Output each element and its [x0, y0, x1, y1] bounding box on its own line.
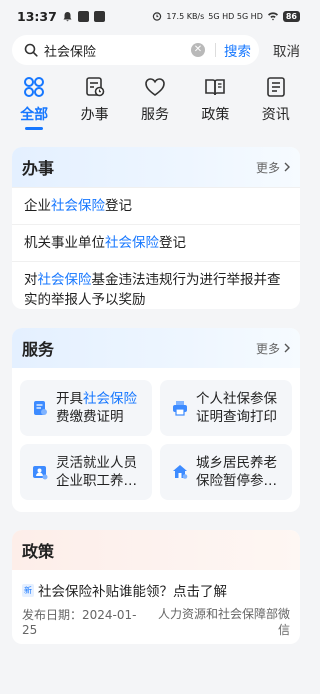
affairs-card-header: 办事 更多: [12, 147, 300, 187]
tab-label: 服务: [140, 107, 169, 123]
app-notification-icon: [93, 10, 105, 22]
service-item[interactable]: 个人社保参保 证明查询打印: [160, 380, 292, 436]
chevron-right-icon: [284, 162, 290, 172]
services-card-header: 服务 更多: [12, 328, 300, 368]
service-text: 费缴费证明: [56, 409, 124, 425]
battery-level: 86: [282, 10, 300, 22]
service-highlight: 社会保险: [83, 391, 137, 407]
active-tab-indicator: [25, 127, 44, 130]
item-highlight: 社会保险: [51, 198, 105, 214]
affairs-title: 办事: [22, 159, 55, 178]
news-title: 社会保险补贴谁能领？点击了解: [38, 584, 227, 600]
service-item[interactable]: 开具社会保险费缴费证明: [20, 380, 152, 436]
affairs-item[interactable]: 企业社会保险登记: [12, 187, 300, 224]
service-text: 开具: [56, 391, 83, 407]
tab-all[interactable]: 全部: [8, 76, 60, 136]
news-title-row: 新 社会保险补贴谁能领？点击了解: [22, 580, 290, 600]
new-badge: 新: [22, 583, 34, 597]
service-item[interactable]: 城乡居民养老 保险暂停参…: [160, 444, 292, 500]
policy-card-header: 政策: [12, 530, 300, 570]
item-highlight: 社会保险: [37, 272, 92, 288]
clear-icon[interactable]: ✕: [191, 43, 205, 57]
search-divider: [215, 43, 216, 57]
affairs-card: 办事 更多 企业社会保险登记 机关事业单位社会保险登记 对社会保险基金违法违规行…: [12, 147, 300, 309]
news-meta: 发布日期：2024-01-25 人力资源和社会保障部微信: [22, 606, 290, 638]
network-speed: 17.5 KB/s: [166, 11, 205, 21]
tab-label: 办事: [80, 107, 109, 123]
cancel-button[interactable]: 取消: [273, 40, 300, 60]
alarm-icon: [153, 12, 162, 21]
task-icon: [85, 77, 104, 97]
category-tabs: 全部 办事 服务 政策 资讯: [0, 68, 310, 136]
more-label: 更多: [255, 160, 280, 175]
tab-affairs[interactable]: 办事: [69, 76, 121, 136]
tab-news[interactable]: 资讯: [250, 76, 302, 136]
house-icon: [173, 465, 188, 479]
policy-news-item[interactable]: 新 社会保险补贴谁能领？点击了解 发布日期：2024-01-25 人力资源和社会…: [12, 570, 300, 644]
document-icon: [34, 401, 47, 415]
services-card: 服务 更多 开具社会保险费缴费证明 个人社保参保 证明查询打印 灵活就业人员 企业职…: [12, 328, 300, 512]
service-text: 保险暂停参…: [196, 473, 277, 489]
search-input[interactable]: 社会保险: [44, 41, 191, 60]
services-more-button[interactable]: 更多: [256, 340, 290, 357]
affairs-more-button[interactable]: 更多: [256, 159, 290, 176]
news-date: 发布日期：2024-01-25: [22, 608, 137, 637]
tab-services[interactable]: 服务: [129, 76, 181, 136]
affairs-item[interactable]: 机关事业单位社会保险登记: [12, 224, 300, 261]
news-source: 人力资源和社会保障部微信: [157, 607, 290, 637]
grid-icon: [24, 77, 45, 97]
news-icon: [266, 77, 285, 97]
more-label: 更多: [255, 341, 280, 356]
item-text: 机关事业单位: [24, 235, 105, 251]
service-text: 企业职工养…: [56, 473, 137, 489]
services-title: 服务: [22, 340, 55, 359]
service-text: 个人社保参保: [196, 391, 277, 407]
service-item[interactable]: 灵活就业人员 企业职工养…: [20, 444, 152, 500]
policy-title: 政策: [22, 542, 55, 561]
app-notification-icon: [77, 10, 89, 22]
chevron-right-icon: [284, 343, 290, 353]
printer-icon: [173, 401, 187, 416]
tab-label: 全部: [20, 107, 49, 123]
status-bar: 13:37 17.5 KB/s 5G HD 5G HD 86: [0, 0, 310, 32]
notification-bell-icon: [63, 11, 72, 21]
item-text: 登记: [159, 235, 186, 251]
affairs-item[interactable]: 对社会保险基金违法违规行为进行举报并查实的举报人予以奖励: [12, 261, 300, 309]
heart-icon: [145, 78, 165, 96]
signal-indicator: 5G HD 5G HD: [208, 11, 263, 21]
item-text: 登记: [105, 198, 132, 214]
service-text: 证明查询打印: [196, 409, 277, 425]
person-card-icon: [33, 466, 48, 480]
service-text: 城乡居民养老: [196, 455, 277, 471]
search-icon: [24, 43, 38, 57]
item-text: 企业: [24, 198, 51, 214]
tab-policy[interactable]: 政策: [189, 76, 241, 136]
service-text: 灵活就业人员: [56, 455, 137, 471]
search-button[interactable]: 搜索: [224, 40, 251, 60]
search-box[interactable]: 社会保险 ✕ 搜索: [12, 35, 259, 65]
wifi-icon: [267, 12, 278, 21]
services-grid: 开具社会保险费缴费证明 个人社保参保 证明查询打印 灵活就业人员 企业职工养… 城乡…: [12, 368, 300, 510]
tab-label: 资讯: [261, 107, 290, 123]
status-time: 13:37: [17, 8, 57, 24]
tab-label: 政策: [201, 107, 230, 123]
item-highlight: 社会保险: [105, 235, 159, 251]
policy-card: 政策 新 社会保险补贴谁能领？点击了解 发布日期：2024-01-25 人力资源…: [12, 530, 300, 644]
item-text: 对: [24, 272, 38, 288]
policy-book-icon: [205, 79, 226, 96]
search-bar: 社会保险 ✕ 搜索 取消: [0, 32, 310, 68]
